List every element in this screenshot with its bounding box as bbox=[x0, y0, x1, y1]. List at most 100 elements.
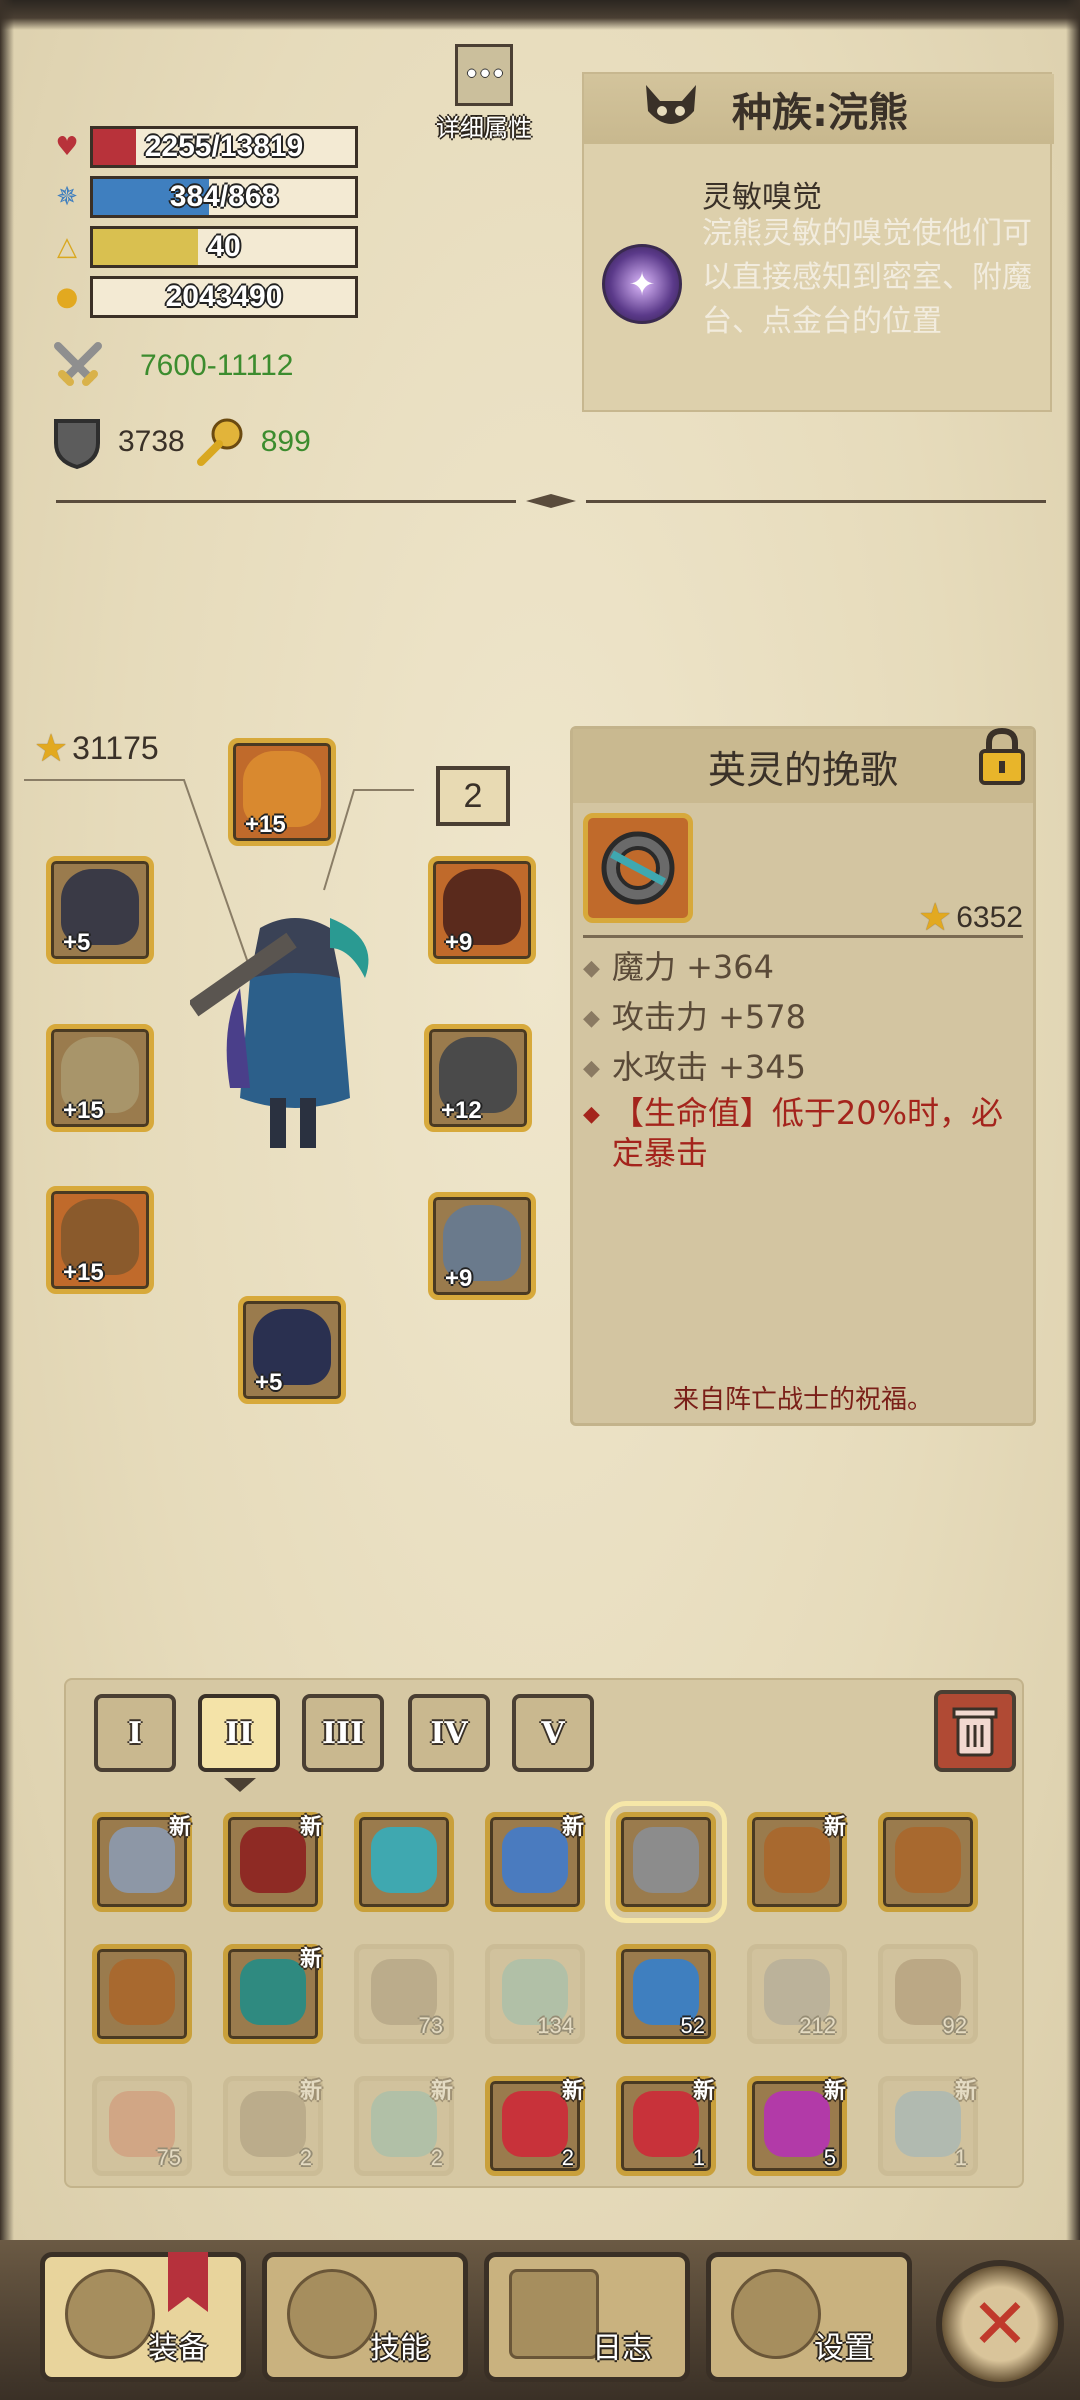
ring-selected-icon bbox=[633, 1827, 699, 1893]
gloves-plus: +9 bbox=[445, 929, 473, 956]
luck-value: 899 bbox=[260, 425, 311, 458]
nav-skills[interactable]: 技能 bbox=[262, 2252, 468, 2382]
tab-3[interactable]: III bbox=[302, 1694, 384, 1772]
weapon-slot[interactable]: +15 bbox=[46, 1024, 154, 1132]
right-frame bbox=[1066, 0, 1080, 2400]
weapon-plus: +15 bbox=[63, 1097, 104, 1124]
nav-equipment[interactable]: 装备 bbox=[40, 2252, 246, 2382]
trash-icon bbox=[952, 1707, 998, 1757]
new-badge: 新 bbox=[561, 2079, 584, 2104]
tab-4[interactable]: IV bbox=[408, 1694, 490, 1772]
skill-description: 浣熊灵敏的嗅觉使他们可以直接感知到密室、附魔台、点金台的位置 bbox=[702, 216, 1032, 339]
count-badge: 2 bbox=[436, 766, 510, 826]
boots-slot[interactable]: +5 bbox=[238, 1296, 346, 1404]
attack-stat: 7600-11112 bbox=[50, 338, 293, 394]
item-count: 2 bbox=[430, 2145, 443, 2170]
lock-icon[interactable] bbox=[975, 727, 1029, 787]
inventory-item-gauntlet[interactable]: 新 bbox=[92, 1812, 192, 1912]
amulet-plus: +5 bbox=[63, 929, 91, 956]
item-count: 5 bbox=[823, 2145, 836, 2170]
level-bar: 40 bbox=[90, 226, 358, 268]
inventory-item-red-gem[interactable]: 新1 bbox=[616, 2076, 716, 2176]
close-button[interactable]: ✕ bbox=[936, 2260, 1064, 2388]
keen-smell-skill-icon[interactable]: ✦ bbox=[602, 244, 682, 324]
hp-value: 2255/13819 bbox=[144, 130, 304, 163]
axe-icon bbox=[65, 2269, 155, 2359]
close-icon: ✕ bbox=[970, 2283, 1030, 2365]
shoulder-armor-plus: +12 bbox=[441, 1097, 482, 1124]
new-badge: 新 bbox=[823, 2079, 846, 2104]
inventory-item-red-fish[interactable]: 75 bbox=[92, 2076, 192, 2176]
shoulder-armor-slot[interactable]: +12 bbox=[424, 1024, 532, 1132]
inventory-item-ore-cart[interactable]: 92 bbox=[878, 1944, 978, 2044]
nav-log[interactable]: 日志 bbox=[484, 2252, 690, 2382]
inventory-item-ring-selected[interactable] bbox=[605, 1801, 727, 1923]
inventory-item-red-potion[interactable]: 新2 bbox=[485, 2076, 585, 2176]
inventory-item-blue-potion[interactable]: 52 bbox=[616, 1944, 716, 2044]
hero-character bbox=[188, 908, 400, 1168]
inventory-item-chest-plate[interactable] bbox=[354, 1812, 454, 1912]
race-panel: 种族:浣熊 ✦ 灵敏嗅觉 浣熊灵敏的嗅觉使他们可以直接感知到密室、附魔台、点金台… bbox=[582, 72, 1054, 412]
horn-bracer-icon bbox=[764, 1827, 830, 1893]
helmet-slot[interactable]: +15 bbox=[228, 738, 336, 846]
item-count: 2 bbox=[299, 2145, 312, 2170]
attr-magic: ◆ 魔力 +364 bbox=[583, 948, 774, 986]
star-icon: ★ bbox=[34, 728, 69, 770]
item-count: 134 bbox=[537, 2013, 574, 2038]
inventory-item-pickaxe-2[interactable]: 新2 bbox=[223, 2076, 323, 2176]
bracer-slot[interactable]: +15 bbox=[46, 1186, 154, 1294]
tab-1[interactable]: I bbox=[94, 1694, 176, 1772]
red-hood-icon bbox=[240, 1827, 306, 1893]
ellipsis-icon: ••• bbox=[455, 44, 513, 106]
new-badge: 新 bbox=[692, 2079, 715, 2104]
item-count: 75 bbox=[156, 2145, 181, 2170]
inventory-item-blue-boot[interactable]: 新 bbox=[485, 1812, 585, 1912]
race-title: 种族:浣熊 bbox=[732, 90, 908, 136]
gauntlet-icon bbox=[109, 1827, 175, 1893]
item-flavor-text: 来自阵亡战士的祝福。 bbox=[672, 1385, 933, 1415]
nav-settings[interactable]: 设置 bbox=[706, 2252, 912, 2382]
item-header: 英灵的挽歌 bbox=[573, 727, 1033, 803]
top-frame bbox=[0, 0, 1080, 30]
amulet-slot[interactable]: +5 bbox=[46, 856, 154, 964]
left-frame bbox=[0, 0, 14, 2400]
inventory-item-teal-emblem[interactable]: 134 bbox=[485, 1944, 585, 2044]
inventory-item-horn-bracer-3[interactable] bbox=[92, 1944, 192, 2044]
helmet-plus: +15 bbox=[245, 811, 286, 838]
inventory-item-gem-ring[interactable]: 新 bbox=[223, 1944, 323, 2044]
new-badge: 新 bbox=[954, 2079, 977, 2104]
teal-emblem-2-icon bbox=[371, 2091, 437, 2157]
inventory-item-stone-block[interactable]: 212 bbox=[747, 1944, 847, 2044]
inventory-item-blue-hook[interactable]: 新1 bbox=[878, 2076, 978, 2176]
hp-bar: 2255/13819 bbox=[90, 126, 358, 168]
inventory-item-pickaxe[interactable]: 73 bbox=[354, 1944, 454, 2044]
inventory-item-purple-potion[interactable]: 新5 bbox=[747, 2076, 847, 2176]
detail-attributes-button[interactable]: ••• 详细属性 bbox=[428, 44, 540, 148]
inventory-item-red-hood[interactable]: 新 bbox=[223, 1812, 323, 1912]
tab-2[interactable]: II bbox=[198, 1694, 280, 1772]
gear-icon bbox=[731, 2269, 821, 2359]
mp-bar: 384/868 bbox=[90, 176, 358, 218]
crossed-swords-icon bbox=[54, 342, 102, 386]
inventory-item-horn-bracer-2[interactable] bbox=[878, 1812, 978, 1912]
gold-icon: ● bbox=[55, 282, 79, 312]
shield-icon bbox=[54, 419, 100, 469]
defense-luck-stat: 3738 899 bbox=[52, 414, 311, 470]
inventory-item-teal-emblem-2[interactable]: 新2 bbox=[354, 2076, 454, 2176]
inventory-item-horn-bracer[interactable]: 新 bbox=[747, 1812, 847, 1912]
gloves-slot[interactable]: +9 bbox=[428, 856, 536, 964]
pants-slot[interactable]: +9 bbox=[428, 1192, 536, 1300]
item-count: 2 bbox=[561, 2145, 574, 2170]
tab-5[interactable]: V bbox=[512, 1694, 594, 1772]
item-count: 92 bbox=[942, 2013, 967, 2038]
red-gem-icon bbox=[633, 2091, 699, 2157]
defense-value: 3738 bbox=[118, 425, 185, 458]
mp-value: 384/868 bbox=[169, 180, 279, 213]
attack-value: 7600-11112 bbox=[140, 349, 294, 382]
active-tab-pointer bbox=[224, 1778, 256, 1792]
item-detail-panel: 英灵的挽歌 ★ 6352 ◆ 魔力 +364 ◆ 攻击力 +578 ◆ 水攻击 +34… bbox=[570, 726, 1036, 1426]
attr-attack: ◆ 攻击力 +578 bbox=[583, 998, 806, 1036]
new-badge: 新 bbox=[823, 1815, 846, 1840]
trash-button[interactable] bbox=[934, 1690, 1016, 1772]
nav-skills-label: 技能 bbox=[370, 2331, 430, 2366]
